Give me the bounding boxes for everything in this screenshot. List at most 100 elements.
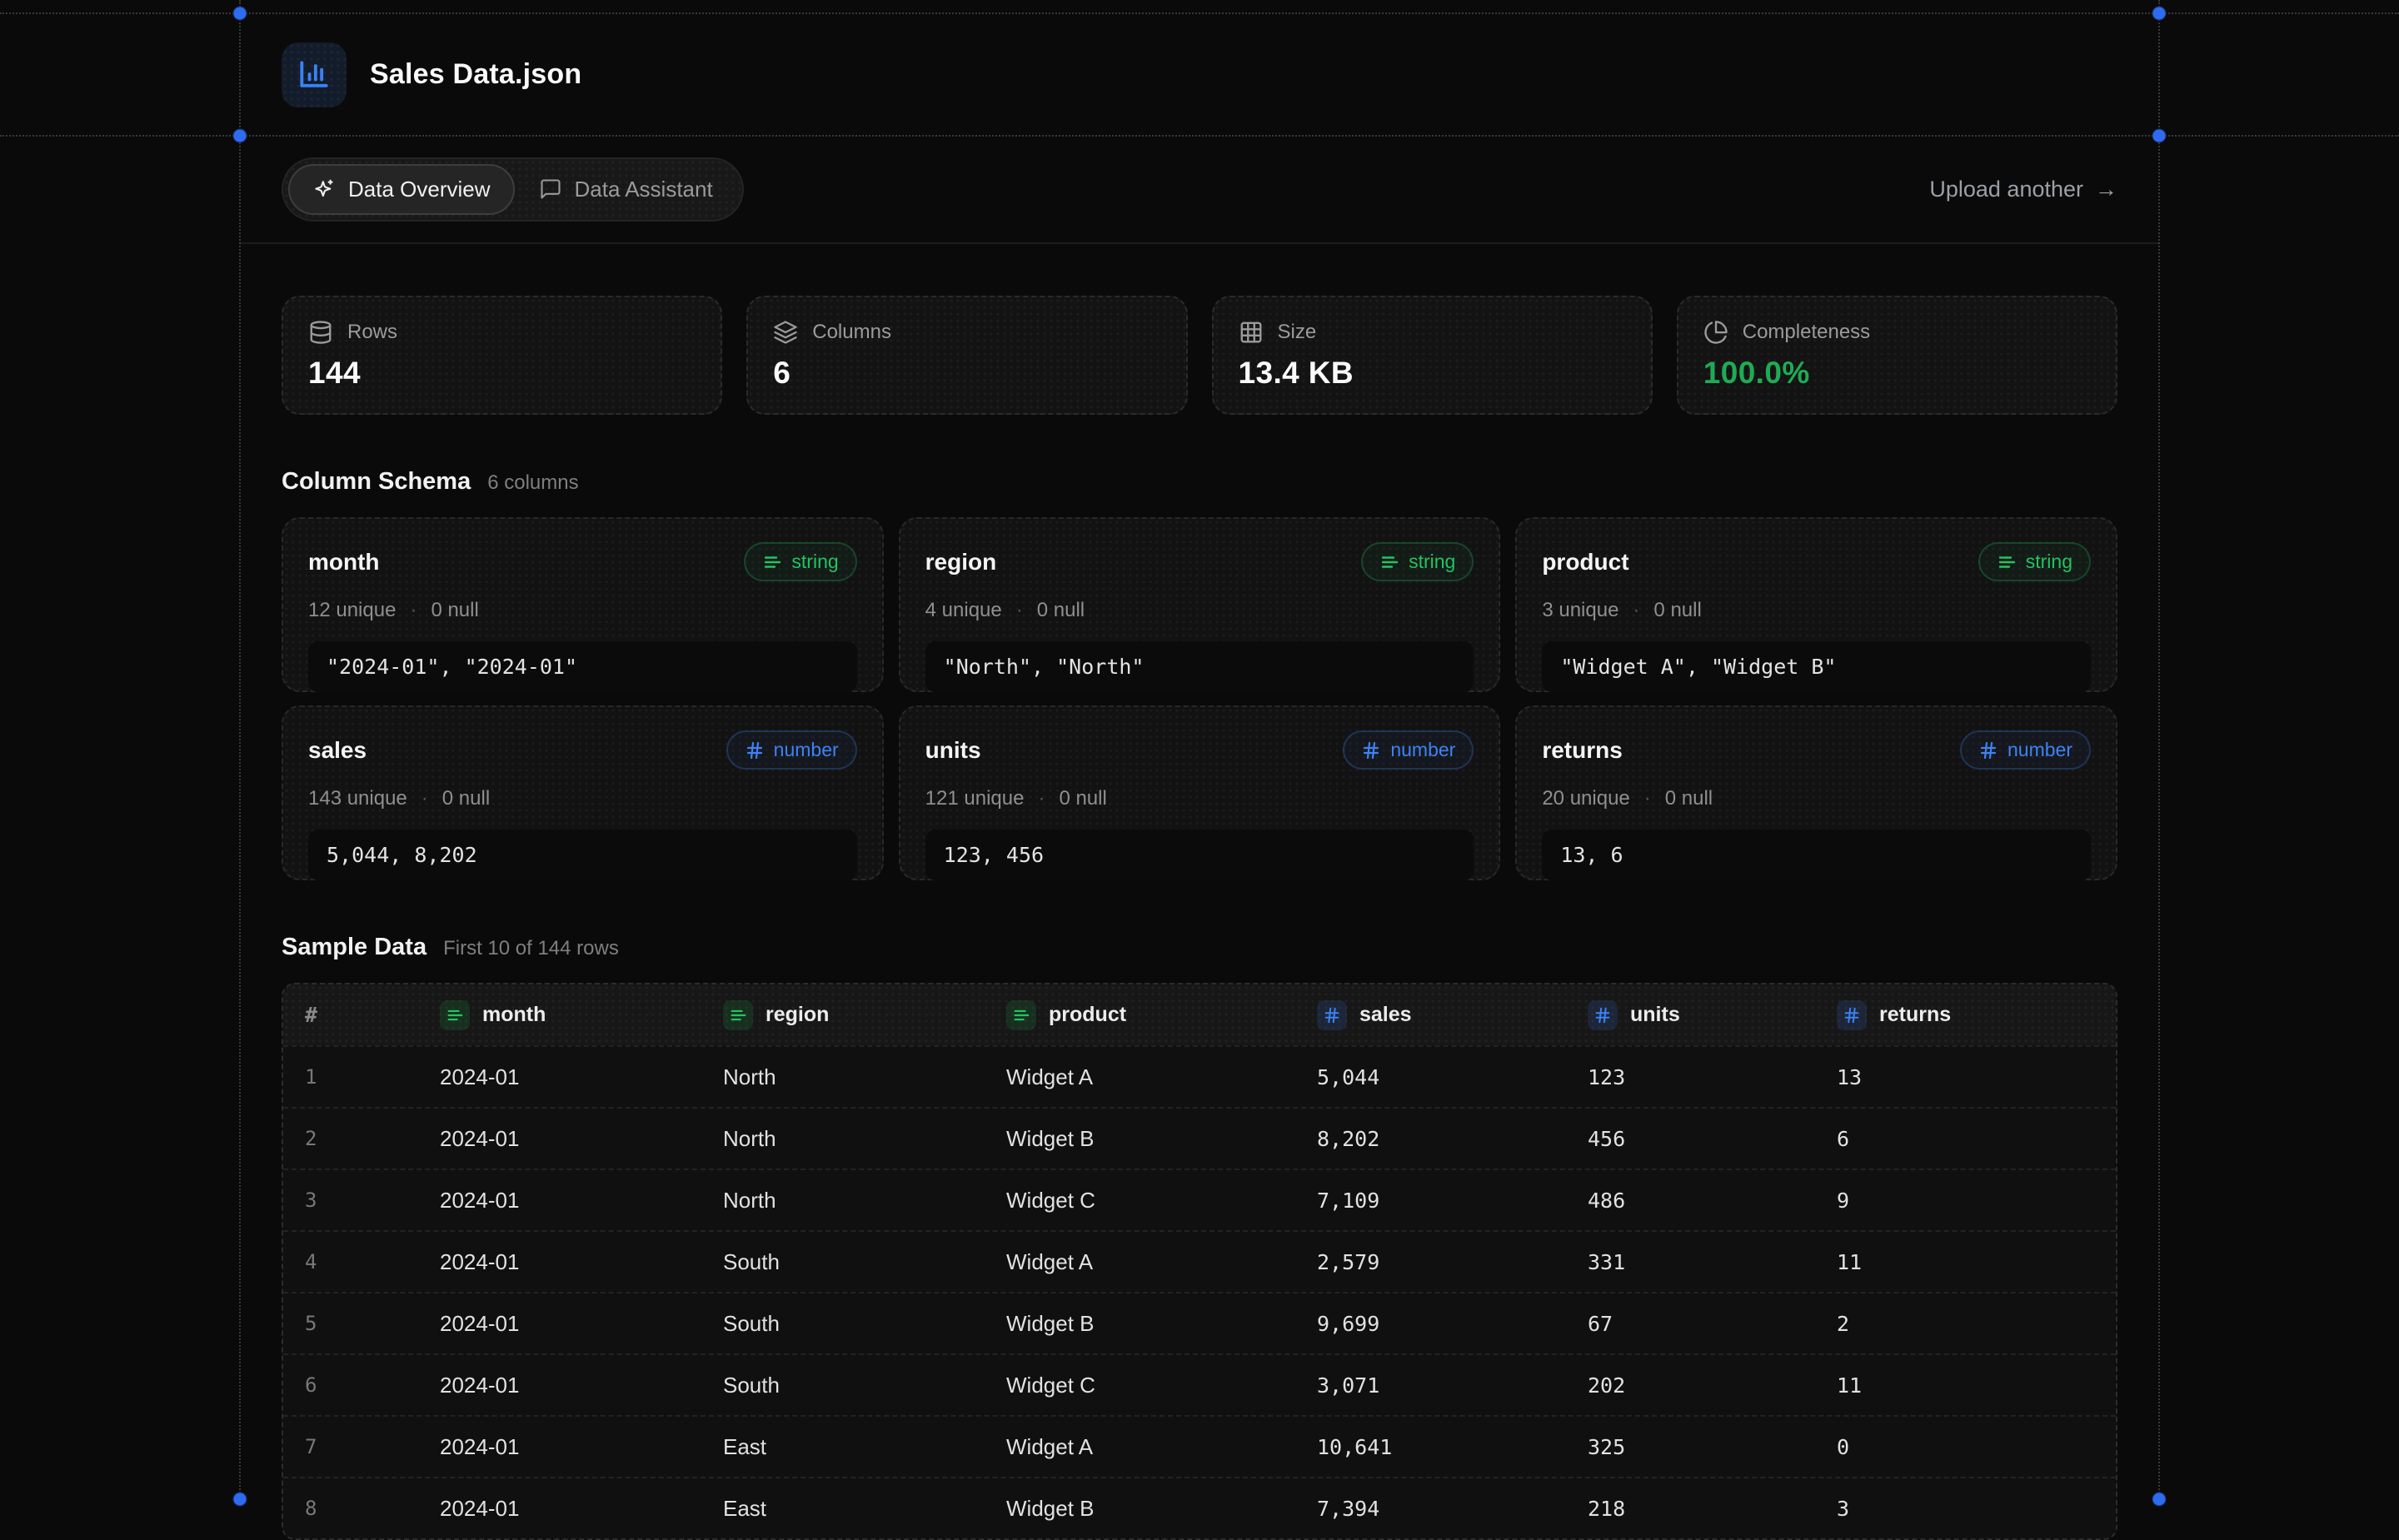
table-cell: Widget B: [985, 1126, 1295, 1152]
column-header-region: region: [701, 1000, 985, 1030]
table-cell: 486: [1566, 1189, 1815, 1213]
table-cell: South: [701, 1311, 985, 1337]
row-index: 4: [283, 1250, 418, 1273]
resize-handle-top-right[interactable]: [2152, 7, 2167, 21]
row-index: 3: [283, 1189, 418, 1212]
table-cell: 2,579: [1295, 1250, 1566, 1274]
table-row: 72024-01EastWidget A10,6413250: [283, 1415, 2116, 1477]
table-cell: Widget A: [985, 1434, 1295, 1460]
type-badge: string: [1361, 542, 1474, 581]
dot-separator: ·: [1016, 599, 1023, 622]
table-cell: 2024-01: [418, 1249, 701, 1275]
type-badge-label: number: [2007, 739, 2072, 761]
table-body: 12024-01NorthWidget A5,0441231322024-01N…: [283, 1045, 2116, 1538]
table-cell: 2024-01: [418, 1064, 701, 1090]
table-cell: 123: [1566, 1065, 1815, 1089]
table-row: 12024-01NorthWidget A5,04412313: [283, 1045, 2116, 1107]
column-header-label: region: [766, 1003, 829, 1027]
table-row: 42024-01SouthWidget A2,57933111: [283, 1230, 2116, 1292]
chat-bubble-icon: [539, 177, 562, 201]
dot-separator: ·: [1633, 599, 1639, 622]
resize-handle-top-left[interactable]: [233, 7, 247, 21]
table-cell: 11: [1815, 1250, 2116, 1274]
type-badge: number: [726, 730, 857, 770]
table-cell: 218: [1566, 1497, 1815, 1521]
column-name: region: [925, 549, 997, 576]
column-header-label: sales: [1359, 1003, 1412, 1027]
column-name: returns: [1542, 737, 1622, 764]
schema-card: units number 121 unique · 0 null 123, 45…: [899, 705, 1501, 880]
table-cell: 10,641: [1295, 1435, 1566, 1459]
hash-icon: [1837, 1000, 1867, 1030]
unique-count: 143 unique: [308, 787, 407, 810]
table-cell: East: [701, 1496, 985, 1522]
table-row: 82024-01EastWidget B7,3942183: [283, 1477, 2116, 1538]
stat-card: Size 13.4 KB: [1212, 296, 1653, 415]
table-cell: 9: [1815, 1189, 2116, 1213]
type-badge-label: number: [1390, 739, 1455, 761]
stat-label: Columns: [812, 321, 891, 344]
database-icon: [308, 320, 333, 345]
type-badge: number: [1343, 730, 1474, 770]
text-lines-icon: [440, 1000, 470, 1030]
table-cell: 2024-01: [418, 1373, 701, 1398]
unique-count: 3 unique: [1542, 599, 1618, 622]
app-panel: Sales Data.json Data Overview Data Assis…: [240, 13, 2159, 1499]
stat-value: 13.4 KB: [1239, 356, 1626, 391]
null-count: 0 null: [442, 787, 490, 810]
schema-grid: month string 12 unique · 0 null "2024-01…: [282, 517, 2117, 880]
table-cell: 11: [1815, 1373, 2116, 1398]
table-cell: 7,394: [1295, 1497, 1566, 1521]
table-cell: South: [701, 1373, 985, 1398]
column-header-label: returns: [1879, 1003, 1951, 1027]
row-index: 8: [283, 1497, 418, 1520]
column-header-index: #: [283, 1003, 418, 1027]
type-badge: string: [744, 542, 856, 581]
app-header: Sales Data.json: [240, 13, 2159, 136]
table-cell: 456: [1566, 1127, 1815, 1151]
stat-card: Rows 144: [282, 296, 722, 415]
table-cell: 5,044: [1295, 1065, 1566, 1089]
table-cell: 331: [1566, 1250, 1815, 1274]
upload-another-label: Upload another: [1929, 177, 2083, 202]
hash-icon: [745, 740, 765, 760]
tab-data-assistant[interactable]: Data Assistant: [515, 164, 737, 215]
schema-section-head: Column Schema 6 columns: [282, 468, 2117, 496]
resize-handle-bottom-left[interactable]: [233, 1493, 247, 1507]
table-row: 22024-01NorthWidget B8,2024566: [283, 1107, 2116, 1169]
tab-label: Data Overview: [348, 177, 491, 202]
table-cell: Widget C: [985, 1373, 1295, 1398]
null-count: 0 null: [431, 599, 478, 622]
table-row: 52024-01SouthWidget B9,699672: [283, 1292, 2116, 1353]
null-count: 0 null: [1653, 599, 1701, 622]
column-name: month: [308, 549, 380, 576]
text-lines-icon: [1006, 1000, 1036, 1030]
resize-handle-mid-right[interactable]: [2152, 129, 2167, 143]
schema-card: product string 3 unique · 0 null "Widget…: [1515, 517, 2117, 692]
type-badge-label: string: [2026, 551, 2072, 573]
stat-card: Completeness 100.0%: [1677, 296, 2117, 415]
sample-section-title: Sample Data: [282, 934, 426, 961]
table-cell: 2024-01: [418, 1126, 701, 1152]
stat-label: Size: [1278, 321, 1317, 344]
tab-data-overview[interactable]: Data Overview: [288, 164, 515, 215]
pie-chart-icon: [1703, 320, 1728, 345]
resize-handle-bottom-right[interactable]: [2152, 1493, 2167, 1507]
sample-values: 123, 456: [925, 830, 1474, 880]
table-cell: 8,202: [1295, 1127, 1566, 1151]
upload-another-link[interactable]: Upload another →: [1929, 177, 2117, 202]
table-cell: North: [701, 1126, 985, 1152]
dot-separator: ·: [410, 599, 416, 622]
table-cell: 2024-01: [418, 1311, 701, 1337]
text-lines-icon: [1997, 552, 2017, 572]
main-content: Rows 144 Columns 6 Size 13.4 KB Complete…: [240, 244, 2159, 1540]
table-cell: 2: [1815, 1312, 2116, 1336]
stat-card: Columns 6: [746, 296, 1187, 415]
resize-handle-mid-left[interactable]: [233, 129, 247, 143]
schema-card: returns number 20 unique · 0 null 13, 6: [1515, 705, 2117, 880]
column-name: units: [925, 737, 981, 764]
sample-values: 13, 6: [1542, 830, 2091, 880]
column-header-sales: sales: [1295, 1000, 1566, 1030]
table-cell: 3: [1815, 1497, 2116, 1521]
unique-count: 20 unique: [1542, 787, 1629, 810]
